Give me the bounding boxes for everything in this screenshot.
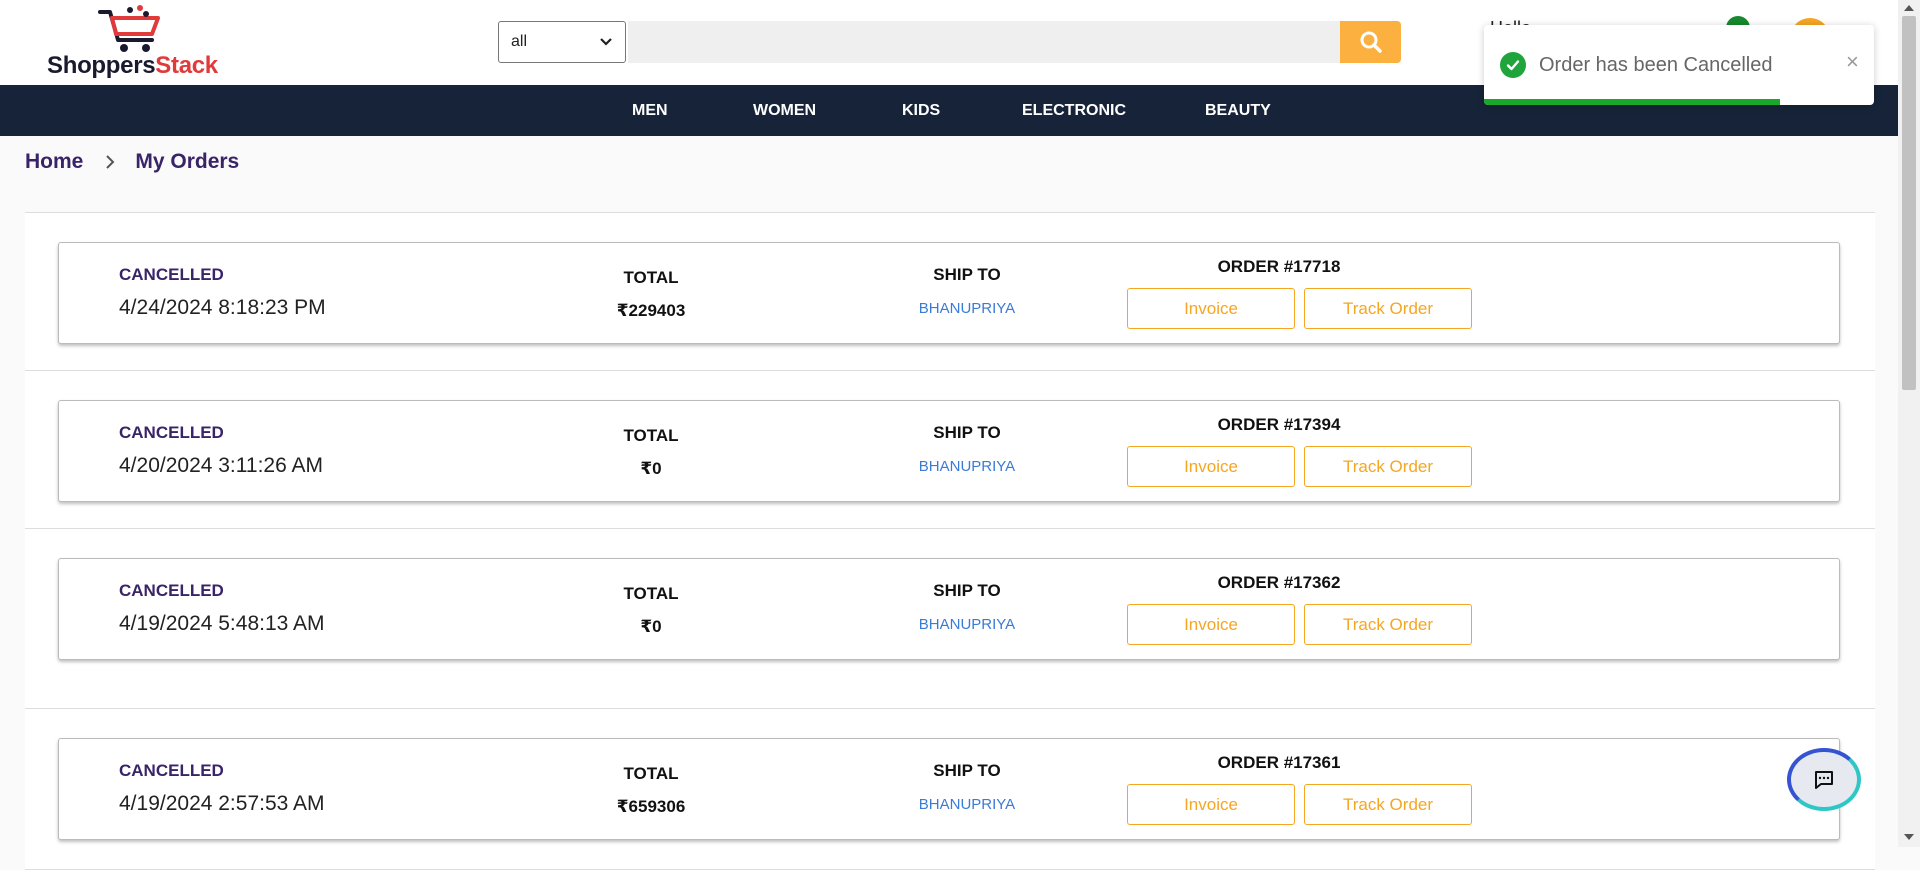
- category-select[interactable]: all: [498, 21, 626, 63]
- ship-to-label: SHIP TO: [933, 581, 1001, 600]
- chevron-down-icon: [600, 38, 612, 46]
- track-order-button[interactable]: Track Order: [1304, 604, 1472, 645]
- order-number: ORDER #17718: [1217, 257, 1341, 276]
- order-total: ₹229403: [616, 301, 686, 320]
- total-label: TOTAL: [623, 584, 679, 603]
- invoice-button[interactable]: Invoice: [1127, 604, 1295, 645]
- nav-item-beauty[interactable]: BEAUTY: [1205, 85, 1271, 136]
- logo-text: ShoppersStack: [47, 52, 218, 80]
- order-section: CANCELLED 4/20/2024 3:11:26 AM TOTAL ₹0 …: [25, 370, 1875, 530]
- invoice-button[interactable]: Invoice: [1127, 784, 1295, 825]
- search-input[interactable]: [628, 21, 1340, 63]
- search-button[interactable]: [1340, 21, 1401, 63]
- ship-to-name: BHANUPRIYA: [918, 458, 1016, 475]
- scrollbar[interactable]: [1898, 0, 1920, 847]
- total-label: TOTAL: [623, 268, 679, 287]
- logo-text-stack: Stack: [155, 52, 218, 79]
- ship-to-name: BHANUPRIYA: [918, 796, 1016, 813]
- order-number: ORDER #17362: [1217, 573, 1341, 592]
- order-status: CANCELLED: [119, 581, 224, 600]
- invoice-button[interactable]: Invoice: [1127, 288, 1295, 329]
- nav-item-women[interactable]: WOMEN: [753, 85, 816, 136]
- close-icon[interactable]: ×: [1846, 49, 1859, 75]
- toast-notification: Order has been Cancelled ×: [1484, 25, 1874, 105]
- breadcrumb-current: My Orders: [135, 150, 240, 173]
- chat-icon: [1815, 770, 1833, 789]
- order-card: CANCELLED 4/19/2024 5:48:13 AM TOTAL ₹0 …: [58, 558, 1840, 660]
- ship-to-name: BHANUPRIYA: [918, 300, 1016, 317]
- order-date: 4/20/2024 3:11:26 AM: [119, 454, 323, 477]
- total-label: TOTAL: [623, 764, 679, 783]
- chevron-right-icon: [106, 155, 115, 169]
- scroll-up-arrow-icon[interactable]: [1904, 5, 1914, 11]
- nav-item-men[interactable]: MEN: [632, 85, 668, 136]
- total-label: TOTAL: [623, 426, 679, 445]
- track-order-button[interactable]: Track Order: [1304, 288, 1472, 329]
- ship-to-label: SHIP TO: [933, 423, 1001, 442]
- scrollbar-thumb[interactable]: [1902, 16, 1916, 390]
- order-status: CANCELLED: [119, 265, 224, 284]
- shopping-cart-logo-icon: [98, 5, 160, 52]
- order-status: CANCELLED: [119, 761, 224, 780]
- order-status: CANCELLED: [119, 423, 224, 442]
- order-card: CANCELLED 4/20/2024 3:11:26 AM TOTAL ₹0 …: [58, 400, 1840, 502]
- check-circle-icon: [1500, 52, 1526, 78]
- breadcrumb-home[interactable]: Home: [25, 150, 83, 174]
- track-order-button[interactable]: Track Order: [1304, 446, 1472, 487]
- breadcrumb: Home My Orders: [25, 150, 239, 174]
- nav-item-kids[interactable]: KIDS: [902, 85, 940, 136]
- order-date: 4/24/2024 8:18:23 PM: [119, 296, 326, 319]
- category-select-value: all: [511, 33, 528, 50]
- order-section: CANCELLED 4/24/2024 8:18:23 PM TOTAL ₹22…: [25, 212, 1875, 372]
- order-total: ₹0: [640, 459, 662, 478]
- order-section: CANCELLED 4/19/2024 5:48:13 AM TOTAL ₹0 …: [25, 528, 1875, 710]
- order-total: ₹659306: [616, 797, 686, 816]
- ship-to-name: BHANUPRIYA: [918, 616, 1016, 633]
- order-date: 4/19/2024 2:57:53 AM: [119, 792, 325, 815]
- toast-message: Order has been Cancelled: [1539, 54, 1773, 76]
- nav-item-electronic[interactable]: ELECTRONIC: [1022, 85, 1126, 136]
- order-section: CANCELLED 4/19/2024 2:57:53 AM TOTAL ₹65…: [25, 708, 1875, 870]
- scroll-down-arrow-icon[interactable]: [1904, 834, 1914, 840]
- order-total: ₹0: [640, 617, 662, 636]
- ship-to-label: SHIP TO: [933, 265, 1001, 284]
- invoice-button[interactable]: Invoice: [1127, 446, 1295, 487]
- chat-button[interactable]: [1787, 748, 1861, 811]
- search-icon: [1360, 31, 1382, 53]
- toast-progress-bar: [1484, 99, 1781, 105]
- ship-to-label: SHIP TO: [933, 761, 1001, 780]
- order-card: CANCELLED 4/24/2024 8:18:23 PM TOTAL ₹22…: [58, 242, 1840, 344]
- shoppersstack-logo[interactable]: ShoppersStack: [44, 4, 234, 80]
- track-order-button[interactable]: Track Order: [1304, 784, 1472, 825]
- order-number: ORDER #17361: [1217, 753, 1341, 772]
- order-number: ORDER #17394: [1217, 415, 1341, 434]
- order-date: 4/19/2024 5:48:13 AM: [119, 612, 325, 635]
- logo-text-shoppers: Shoppers: [47, 52, 156, 79]
- order-card: CANCELLED 4/19/2024 2:57:53 AM TOTAL ₹65…: [58, 738, 1840, 840]
